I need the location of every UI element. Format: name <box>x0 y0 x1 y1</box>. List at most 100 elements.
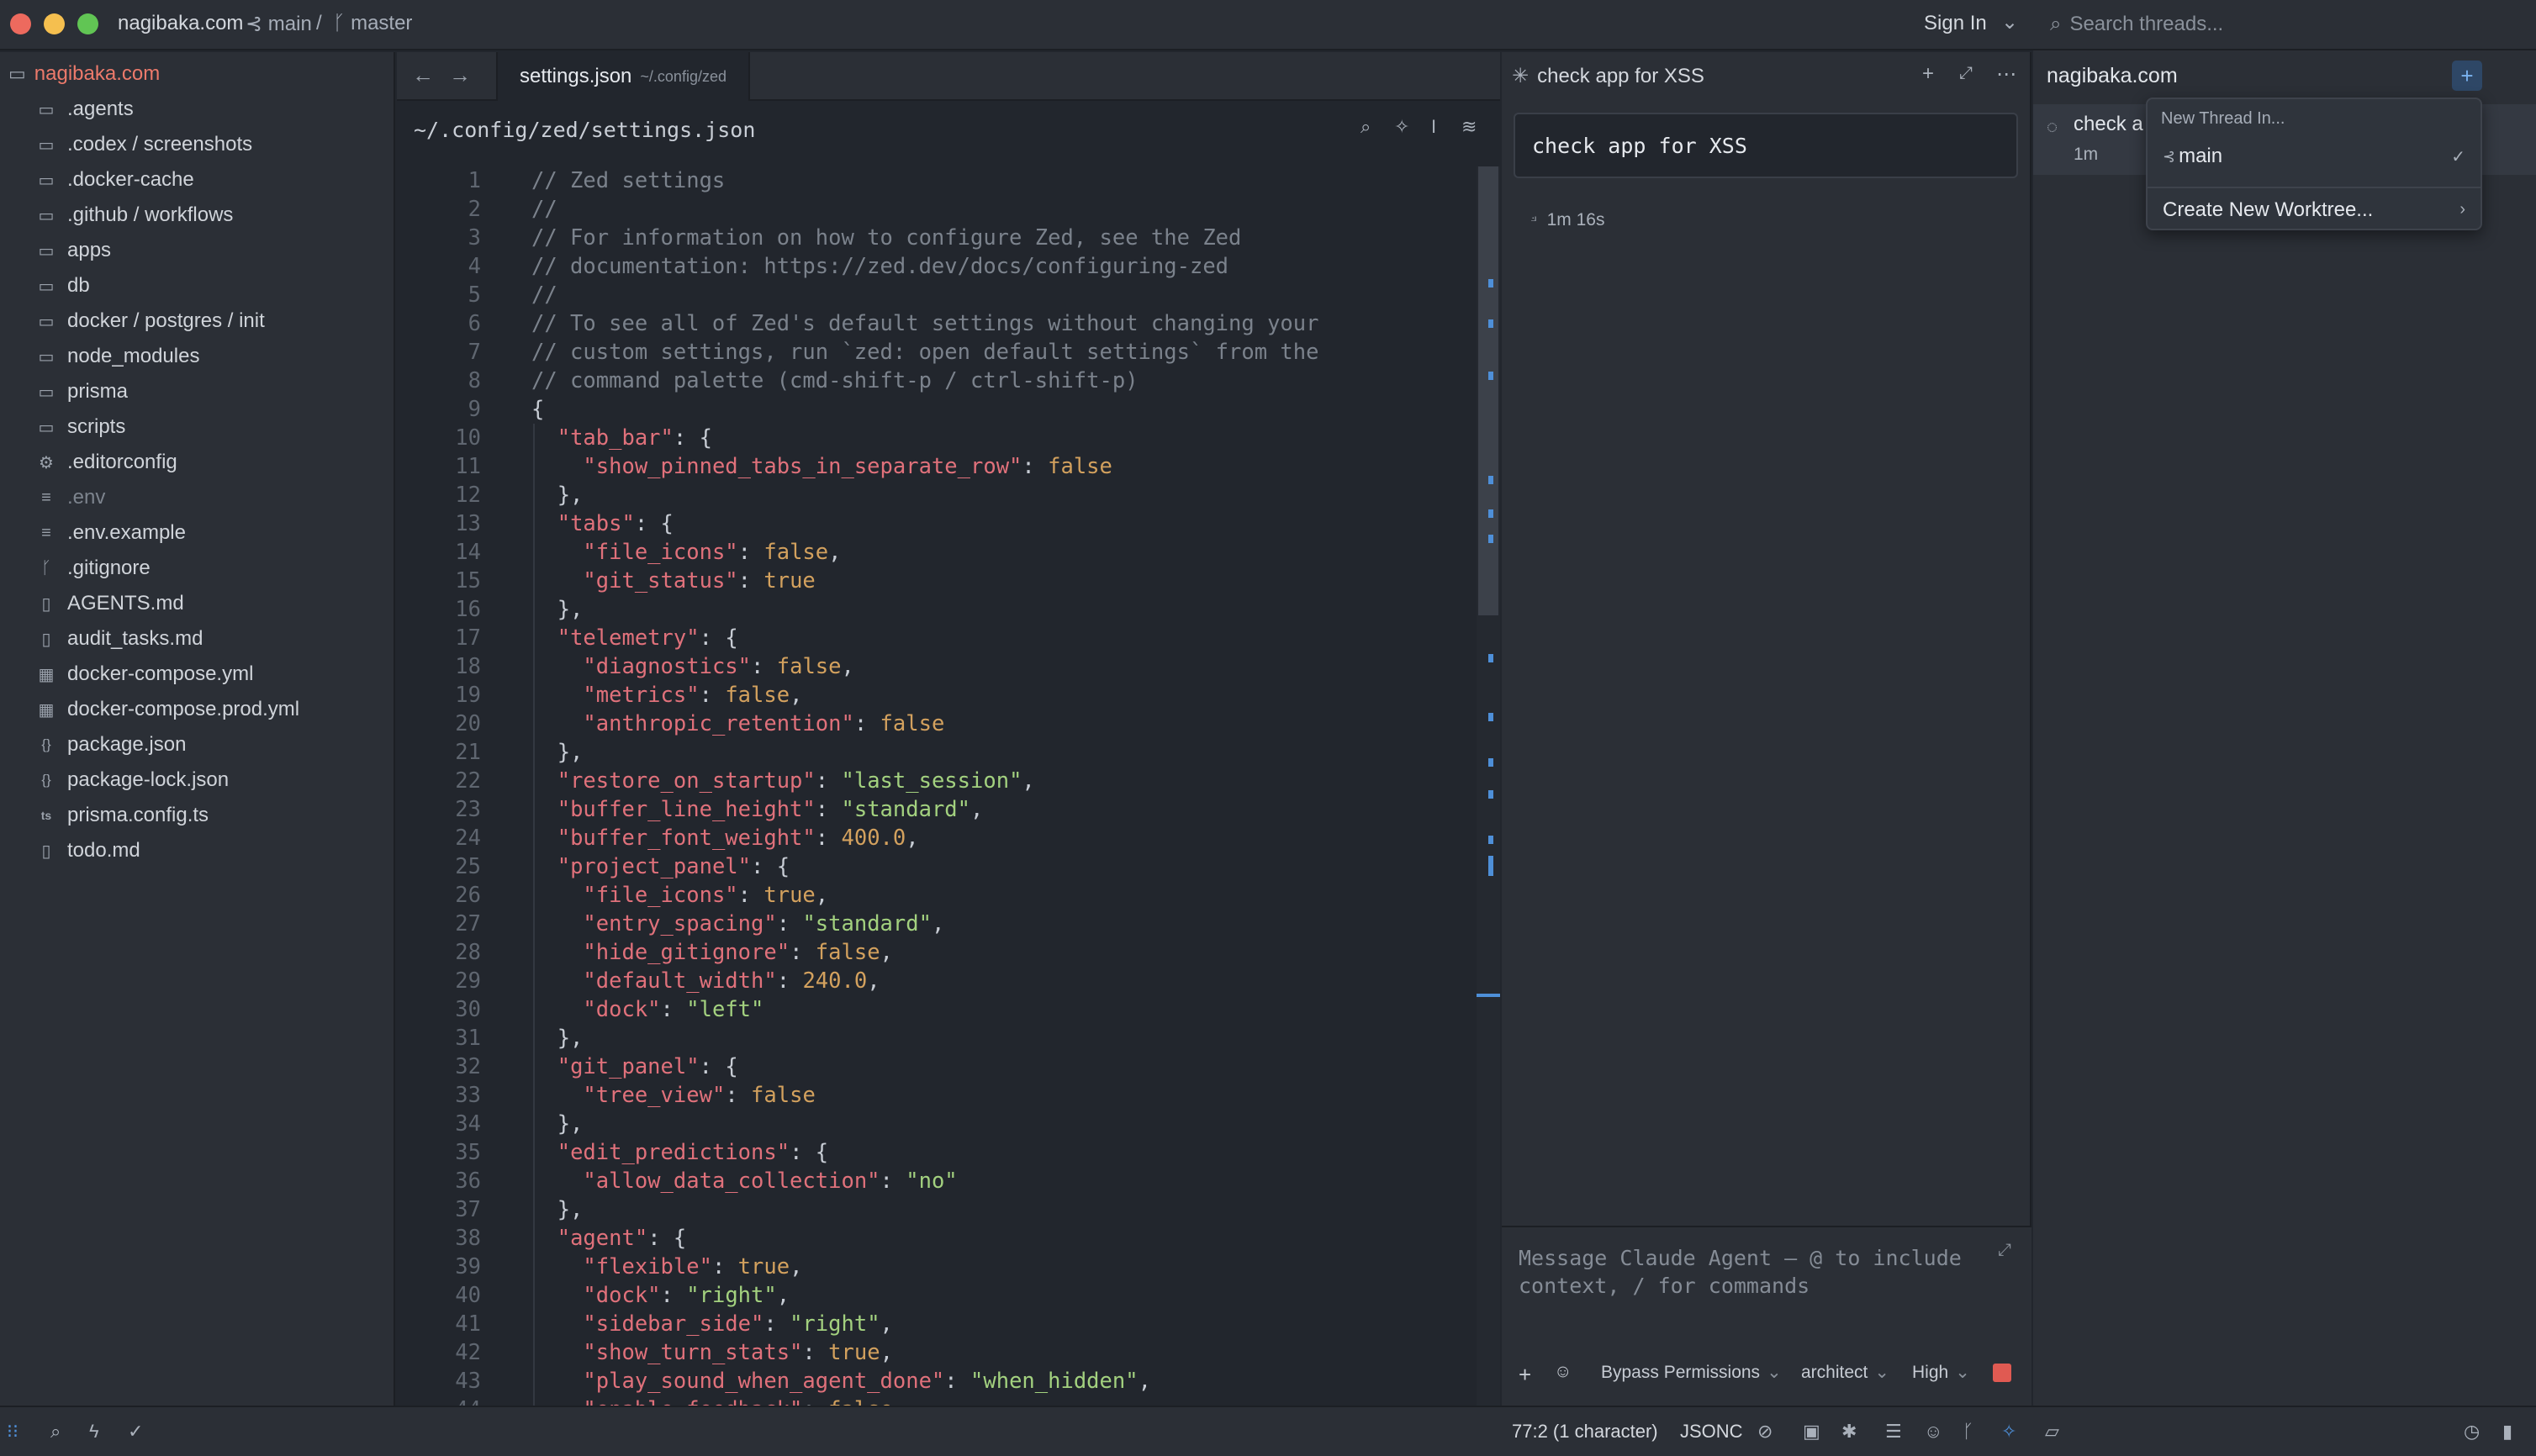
breadcrumb[interactable]: ~/.config/zed/settings.json <box>414 118 755 142</box>
code-line[interactable]: 17 "telemetry": { <box>397 624 1473 652</box>
minimize-window-button[interactable] <box>44 13 65 34</box>
code-line[interactable]: 8 // command palette (cmd-shift-p / ctrl-… <box>397 367 1473 395</box>
project-item[interactable]: ▦ docker-compose.yml <box>37 657 254 691</box>
expand-composer-icon[interactable]: ⤢ <box>1998 1241 2011 1260</box>
lightning-icon[interactable]: ϟ <box>89 1421 99 1443</box>
code-line[interactable]: 39 "flexible": true, <box>397 1253 1473 1281</box>
dropdown-item-new-worktree[interactable]: Create New Worktree... › <box>2151 192 2479 229</box>
search-icon[interactable]: ⌕ <box>1360 116 1371 138</box>
terminal-icon[interactable]: ▣ <box>1803 1421 1820 1443</box>
scrollbar-thumb[interactable] <box>1478 166 1498 615</box>
code-line[interactable]: 28 "hide_gitignore": false, <box>397 938 1473 967</box>
project-item[interactable]: ▭ node_modules <box>37 340 200 373</box>
code-line[interactable]: 44 "enable_feedback": false <box>397 1395 1473 1406</box>
code-line[interactable]: 35 "edit_predictions": { <box>397 1138 1473 1167</box>
git-branch-icon[interactable]: ᚴ <box>1963 1421 1973 1443</box>
code-line[interactable]: 6 // To see all of Zed's default settings… <box>397 309 1473 338</box>
code-line[interactable]: 29 "default_width": 240.0, <box>397 967 1473 995</box>
code-line[interactable]: 1 // Zed settings <box>397 166 1473 195</box>
code-line[interactable]: 37 }, <box>397 1195 1473 1224</box>
project-panel-toggle-icon[interactable]: ⁝⁝ <box>7 1421 18 1443</box>
project-item[interactable]: ≡ .env.example <box>37 516 186 550</box>
code-line[interactable]: 31 }, <box>397 1024 1473 1052</box>
code-line[interactable]: 18 "diagnostics": false, <box>397 652 1473 681</box>
right-dock-toggle-icon[interactable]: ▮ <box>2502 1421 2512 1443</box>
code-line[interactable]: 24 "buffer_font_weight": 400.0, <box>397 824 1473 852</box>
sliders-icon[interactable]: ≋ <box>1461 116 1477 138</box>
expand-icon[interactable]: ⤢ <box>1959 64 1973 83</box>
composer-input[interactable]: Message Claude Agent — @ to include cont… <box>1519 1244 1973 1300</box>
code-line[interactable]: 3 // For information on how to configure … <box>397 224 1473 252</box>
message-composer[interactable]: Message Claude Agent — @ to include cont… <box>1502 1226 2031 1406</box>
code-line[interactable]: 14 "file_icons": false, <box>397 538 1473 567</box>
user-message[interactable]: check app for XSS <box>1514 113 2018 178</box>
code-line[interactable]: 11 "show_pinned_tabs_in_separate_row": f… <box>397 452 1473 481</box>
project-item[interactable]: ▭ db <box>37 269 90 303</box>
project-item[interactable]: ▭ scripts <box>37 410 126 444</box>
outline-icon[interactable]: ☰ <box>1885 1421 1902 1443</box>
project-item[interactable]: ▭ .docker-cache <box>37 163 194 197</box>
sparkle-icon[interactable]: ✧ <box>1394 116 1409 138</box>
code-line[interactable]: 5 // <box>397 281 1473 309</box>
code-line[interactable]: 34 }, <box>397 1110 1473 1138</box>
code-line[interactable]: 13 "tabs": { <box>397 509 1473 538</box>
editor-scrollbar[interactable] <box>1477 166 1500 1406</box>
project-item[interactable]: ▯ audit_tasks.md <box>37 622 203 656</box>
code-line[interactable]: 26 "file_icons": true, <box>397 881 1473 910</box>
project-item[interactable]: {} package.json <box>37 728 186 762</box>
project-item[interactable]: ▭ .codex / screenshots <box>37 128 253 161</box>
code-line[interactable]: 22 "restore_on_startup": "last_session", <box>397 767 1473 795</box>
code-line[interactable]: 16 }, <box>397 595 1473 624</box>
worktree-selector[interactable]: ᚴ master <box>333 12 412 35</box>
project-name[interactable]: nagibaka.com <box>118 12 243 35</box>
threads-icon[interactable]: ▱ <box>2045 1421 2059 1443</box>
code-line[interactable]: 25 "project_panel": { <box>397 852 1473 881</box>
code-line[interactable]: 30 "dock": "left" <box>397 995 1473 1024</box>
project-item[interactable]: ▦ docker-compose.prod.yml <box>37 693 300 726</box>
code-line[interactable]: 41 "sidebar_side": "right", <box>397 1310 1473 1338</box>
new-thread-plus-icon[interactable]: + <box>1922 62 1934 86</box>
code-area[interactable]: 1 // Zed settings 2 // 3 // For information o… <box>397 166 1473 1406</box>
forward-arrow-icon[interactable]: → <box>449 62 471 88</box>
code-line[interactable]: 7 // custom settings, run `zed: open defa… <box>397 338 1473 367</box>
code-line[interactable]: 23 "buffer_line_height": "standard", <box>397 795 1473 824</box>
language-selector[interactable]: JSONC <box>1680 1421 1743 1443</box>
tab-settings-json[interactable]: settings.json ~/.config/zed <box>496 52 750 101</box>
project-item[interactable]: ⚙ .editorconfig <box>37 446 177 479</box>
sign-in-button[interactable]: Sign In <box>1924 12 1987 35</box>
close-window-button[interactable] <box>10 13 31 34</box>
code-line[interactable]: 38 "agent": { <box>397 1224 1473 1253</box>
code-line[interactable]: 12 }, <box>397 481 1473 509</box>
code-line[interactable]: 20 "anthropic_retention": false <box>397 710 1473 738</box>
code-line[interactable]: 40 "dock": "right", <box>397 1281 1473 1310</box>
add-context-button[interactable]: + <box>1519 1362 1531 1388</box>
back-arrow-icon[interactable]: ← <box>412 62 434 88</box>
code-line[interactable]: 19 "metrics": false, <box>397 681 1473 710</box>
project-item[interactable]: ▯ AGENTS.md <box>37 587 183 620</box>
thread-search-input[interactable]: Search threads... <box>2069 13 2223 36</box>
mention-button[interactable]: ☺ <box>1554 1362 1572 1382</box>
code-line[interactable]: 21 }, <box>397 738 1473 767</box>
code-line[interactable]: 10 "tab_bar": { <box>397 424 1473 452</box>
code-line[interactable]: 43 "play_sound_when_agent_done": "when_h… <box>397 1367 1473 1395</box>
code-line[interactable]: 2 // <box>397 195 1473 224</box>
code-line[interactable]: 36 "allow_data_collection": "no" <box>397 1167 1473 1195</box>
cursor-position[interactable]: 77:2 (1 character) <box>1512 1421 1658 1443</box>
code-line[interactable]: 15 "git_status": true <box>397 567 1473 595</box>
project-item[interactable]: ts prisma.config.ts <box>37 799 209 832</box>
more-options-icon[interactable]: ⋯ <box>1996 62 2016 87</box>
code-line[interactable]: 9{ <box>397 395 1473 424</box>
code-line[interactable]: 4 // documentation: https://zed.dev/docs/… <box>397 252 1473 281</box>
text-cursor-icon[interactable]: I <box>1431 116 1436 138</box>
project-root[interactable]: ▭ nagibaka.com <box>8 59 160 89</box>
edit-predictions-off-icon[interactable]: ⊘ <box>1757 1421 1773 1443</box>
effort-selector[interactable]: High ⌄ <box>1912 1362 1970 1383</box>
clock-icon[interactable]: ◷ <box>2464 1421 2480 1443</box>
dropdown-item-main[interactable]: ⊰ main ✓ <box>2151 138 2479 175</box>
code-line[interactable]: 32 "git_panel": { <box>397 1052 1473 1081</box>
chevron-down-icon[interactable]: ⌄ <box>2001 10 2018 34</box>
zoom-window-button[interactable] <box>77 13 98 34</box>
permissions-selector[interactable]: Bypass Permissions ⌄ <box>1601 1362 1782 1383</box>
thread-search[interactable]: ⌕ Search threads... <box>2033 0 2536 50</box>
debug-icon[interactable]: ✱ <box>1841 1421 1857 1443</box>
